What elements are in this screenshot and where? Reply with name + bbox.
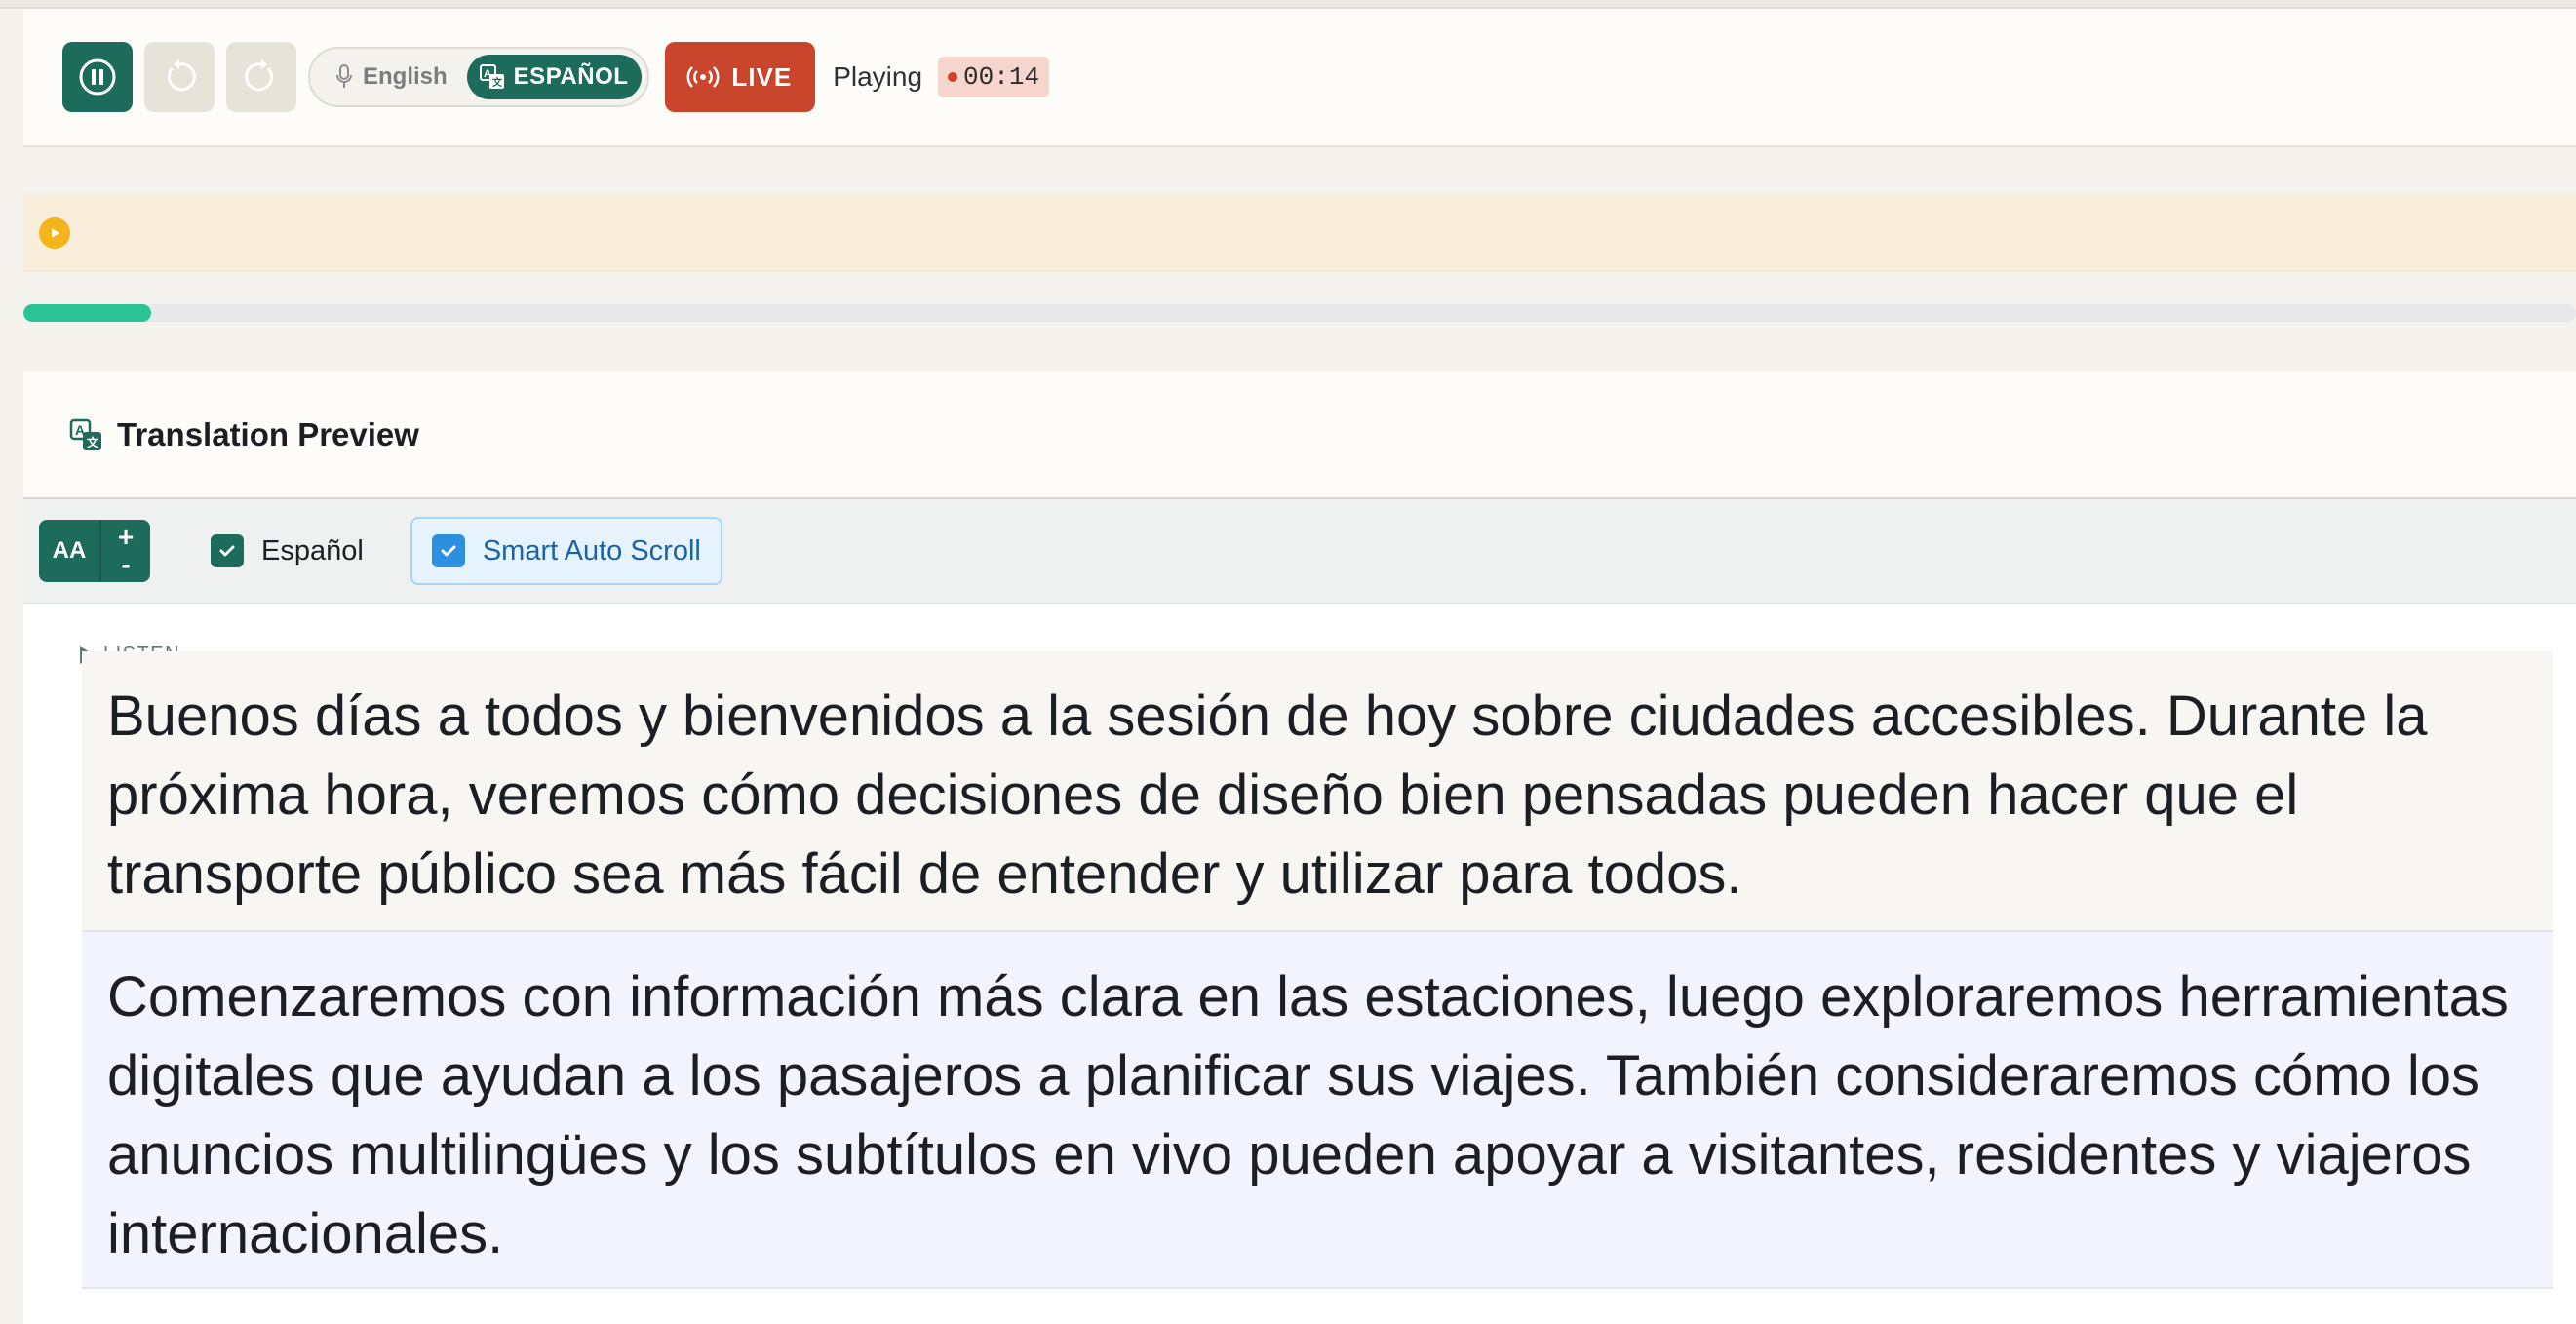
timer-value: 00:14 — [963, 62, 1040, 92]
play-icon — [52, 228, 59, 238]
translation-content: LISTEN Buenos días a todos y bienvenidos… — [23, 604, 2576, 1324]
language-toggle: English A 文 ESPAÑOL — [308, 47, 650, 107]
translation-preview-header: A 文 Translation Preview — [23, 372, 2576, 499]
forward-button[interactable] — [226, 42, 296, 112]
font-size-button[interactable]: AA — [39, 520, 101, 582]
audio-play-button[interactable] — [39, 217, 70, 249]
playback-toolbar: English A 文 ESPAÑOL LIVE Playing 00:14 — [23, 9, 2576, 147]
live-button[interactable]: LIVE — [665, 42, 816, 112]
rewind-icon — [167, 59, 196, 92]
smart-auto-scroll-label: Smart Auto Scroll — [482, 534, 701, 566]
audio-progress-fill — [23, 304, 151, 322]
font-size-label: AA — [52, 537, 87, 564]
check-icon — [441, 545, 456, 557]
audio-banner — [23, 194, 2576, 272]
transcript-paragraph: Buenos días a todos y bienvenidos a la s… — [82, 651, 2553, 932]
language-option-spanish[interactable]: A 文 ESPAÑOL — [466, 55, 643, 99]
forward-icon — [245, 59, 274, 92]
checkbox-checked[interactable] — [431, 534, 465, 567]
translate-icon: A 文 — [69, 418, 101, 450]
font-size-stepper: + - — [101, 520, 150, 582]
svg-text:文: 文 — [87, 435, 99, 449]
panel-title: Translation Preview — [117, 416, 419, 452]
checkbox-checked[interactable] — [211, 534, 244, 567]
elapsed-timer: 00:14 — [938, 57, 1050, 97]
language-option-english[interactable]: English — [335, 63, 448, 91]
smart-auto-scroll-toggle[interactable]: Smart Auto Scroll — [410, 517, 722, 585]
translate-icon: A 文 — [479, 64, 504, 89]
pause-icon — [79, 58, 116, 96]
language-target-label: ESPAÑOL — [513, 63, 629, 90]
font-size-control: AA + - — [39, 520, 150, 582]
font-decrease-button[interactable]: - — [121, 551, 130, 578]
preview-controls: AA + - Español Smart Auto Scroll — [23, 499, 2576, 604]
svg-text:文: 文 — [492, 76, 503, 89]
language-source-label: English — [363, 63, 448, 90]
top-divider — [0, 0, 2576, 9]
broadcast-icon — [686, 66, 720, 88]
live-label: LIVE — [731, 61, 793, 92]
recording-dot-icon — [948, 72, 958, 82]
audio-progress-bar[interactable] — [23, 304, 2576, 322]
playback-status: Playing — [833, 61, 923, 92]
spanish-language-checkbox[interactable]: Español — [211, 534, 364, 567]
transcript-paragraph-current: Comenzaremos con información más clara e… — [82, 932, 2553, 1289]
check-icon — [219, 545, 235, 557]
pause-button[interactable] — [62, 42, 133, 112]
rewind-button[interactable] — [144, 42, 215, 112]
font-increase-button[interactable]: + — [118, 524, 134, 551]
microphone-icon — [336, 64, 352, 88]
language-option-label: Español — [261, 534, 364, 566]
